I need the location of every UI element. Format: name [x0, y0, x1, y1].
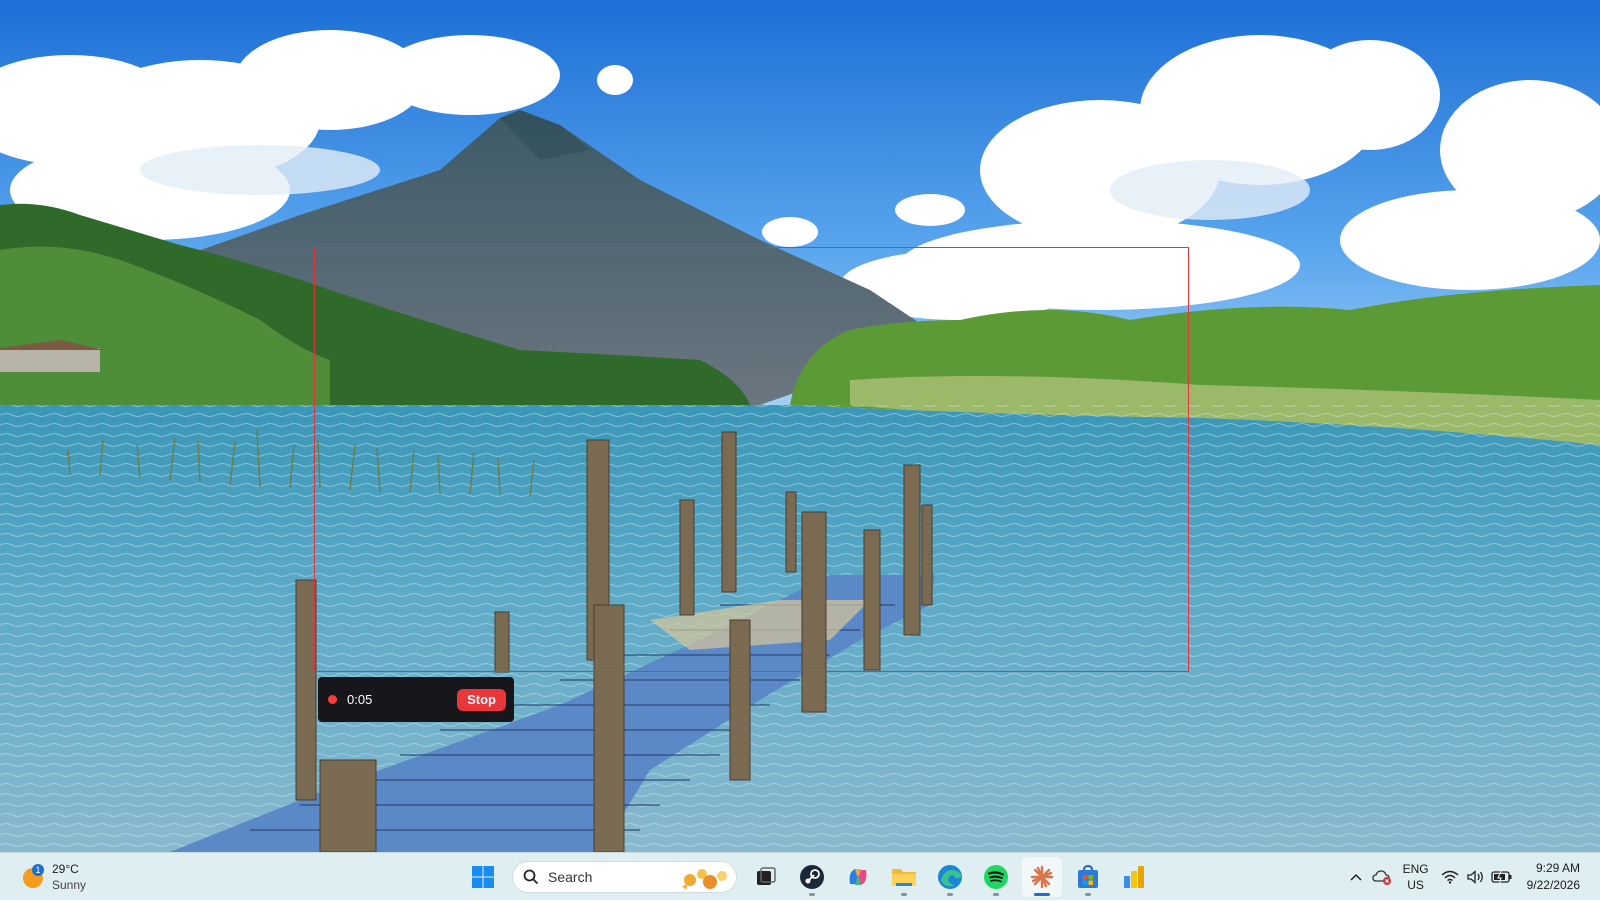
file-explorer-icon [892, 869, 916, 886]
running-indicator [1085, 893, 1091, 896]
clock-time: 9:29 AM [1535, 861, 1580, 875]
power-bi-icon [1124, 866, 1144, 888]
running-indicator [993, 893, 999, 896]
taskbar-apps: Search [460, 857, 1157, 897]
region-code: US [1407, 878, 1424, 892]
spotify-icon [984, 865, 1008, 889]
search-highlight-icon [682, 869, 727, 890]
network-button[interactable] [1437, 857, 1463, 897]
stop-recording-button[interactable]: Stop [457, 688, 506, 711]
recording-elapsed-time: 0:05 [347, 692, 373, 707]
battery-charging-icon [1490, 870, 1512, 884]
desktop: 0:05 Stop [0, 0, 1600, 852]
system-tray: ENG US 9:29 AM 9/22/2026 [1343, 853, 1600, 901]
show-hidden-icons-button[interactable] [1343, 857, 1369, 897]
active-indicator [1034, 893, 1050, 896]
volume-button[interactable] [1463, 857, 1489, 897]
taskbar-app-power-bi[interactable] [1114, 857, 1154, 897]
taskbar-app-steam[interactable] [792, 857, 832, 897]
start-icon [472, 866, 494, 888]
recording-toolbar: 0:05 Stop [318, 677, 514, 722]
running-indicator [901, 893, 907, 896]
language-code: ENG [1402, 862, 1429, 876]
battery-button[interactable] [1489, 857, 1515, 897]
taskbar-search-box[interactable]: Search [512, 861, 737, 893]
weather-temperature: 29°C [52, 862, 79, 876]
speaker-icon [1466, 870, 1483, 884]
clock[interactable]: 9:29 AM 9/22/2026 [1527, 860, 1580, 894]
search-icon [523, 869, 539, 885]
edge-icon [938, 865, 962, 889]
taskbar-app-file-explorer[interactable] [884, 857, 924, 897]
clock-date: 9/22/2026 [1526, 878, 1580, 892]
task-view-icon [757, 867, 776, 885]
taskbar: 1 29°C Sunny Search ENG US 9:29 AM 9/22/… [0, 852, 1600, 900]
taskbar-app-spotify[interactable] [976, 857, 1016, 897]
search-label: Search [548, 869, 593, 885]
cloud-error-icon [1371, 870, 1391, 885]
onedrive-status-button[interactable] [1369, 857, 1395, 897]
taskbar-app-store[interactable] [1068, 857, 1108, 897]
taskbar-app-copilot[interactable] [838, 857, 878, 897]
weather-badge: 1 [35, 865, 40, 875]
copilot-icon [849, 869, 867, 885]
start-button[interactable] [463, 857, 503, 897]
screen-recording-region[interactable] [314, 247, 1189, 672]
claude-icon [1030, 865, 1054, 889]
weather-condition: Sunny [52, 878, 87, 892]
weather-widget[interactable]: 1 29°C Sunny [20, 858, 86, 896]
taskbar-app-claude[interactable] [1022, 857, 1062, 897]
input-language-indicator[interactable]: ENG US [1403, 861, 1429, 893]
wifi-icon [1441, 870, 1459, 884]
store-icon [1078, 864, 1098, 888]
steam-icon [800, 865, 824, 889]
chevron-up-icon [1350, 873, 1362, 881]
task-view-button[interactable] [746, 857, 786, 897]
running-indicator [809, 893, 815, 896]
taskbar-app-edge[interactable] [930, 857, 970, 897]
recording-indicator-icon [328, 695, 337, 704]
sun-icon: 1 [20, 864, 46, 890]
running-indicator [947, 893, 953, 896]
